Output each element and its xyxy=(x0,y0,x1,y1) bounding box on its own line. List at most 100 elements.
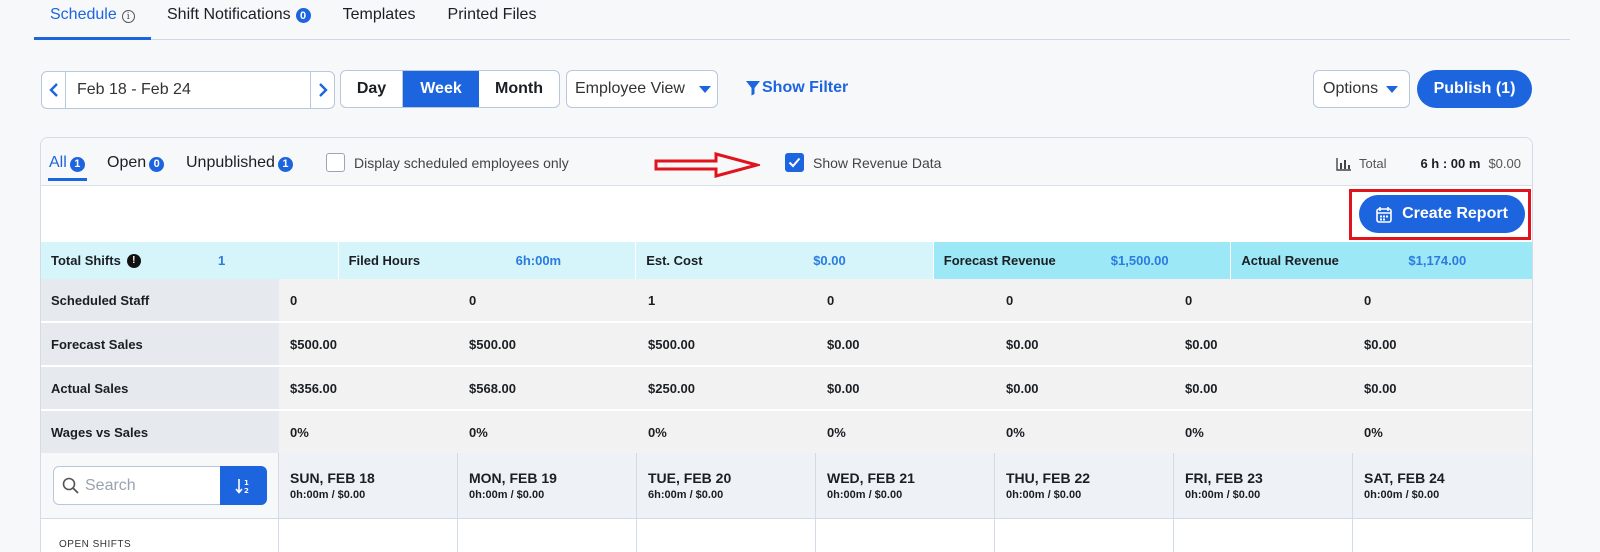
tab-printed-files-label: Printed Files xyxy=(447,6,537,23)
info-icon[interactable]: i xyxy=(121,10,135,23)
filter-tab-all[interactable]: All 1 xyxy=(49,154,85,172)
options-dropdown[interactable]: Options xyxy=(1313,70,1410,108)
total-label: Total xyxy=(1359,156,1387,171)
table-cell: 1 xyxy=(648,292,656,308)
est-cost-value: $0.00 xyxy=(813,253,846,268)
day-totals: 0h:00m / $0.00 xyxy=(1006,489,1082,501)
day-view-button[interactable]: Day xyxy=(341,71,403,107)
day-header-fri: FRI, FEB 23 0h:00m / $0.00 xyxy=(1174,453,1353,518)
checkmark-icon xyxy=(788,157,801,168)
total-hours: 6 h : 00 m xyxy=(1420,156,1481,171)
publish-button[interactable]: Publish (1) xyxy=(1417,70,1532,108)
tab-schedule-label: Schedule xyxy=(50,6,117,23)
tab-shift-notifications[interactable]: Shift Notifications 0 xyxy=(151,0,327,40)
summary-strip: Total Shifts! 1 Filed Hours 6h:00m Est. … xyxy=(41,242,1532,279)
actual-revenue-cell: Actual Revenue $1,174.00 xyxy=(1231,242,1532,279)
actual-revenue-label: Actual Revenue xyxy=(1241,253,1339,268)
next-week-button[interactable] xyxy=(310,72,334,108)
search-field[interactable] xyxy=(53,466,221,505)
shift-slot[interactable] xyxy=(816,519,995,552)
table-row: Scheduled Staff 0 0 1 0 0 0 0 xyxy=(41,279,1532,323)
row-header: Wages vs Sales xyxy=(41,411,279,453)
day-totals: 0h:00m / $0.00 xyxy=(1364,489,1440,501)
employee-view-dropdown[interactable]: Employee View xyxy=(566,70,718,108)
table-cell: 0 xyxy=(827,292,835,308)
total-shifts-cell: Total Shifts! 1 xyxy=(41,242,339,279)
table-cell: $0.00 xyxy=(1006,380,1039,396)
table-cell: $0.00 xyxy=(827,380,860,396)
filter-tab-open[interactable]: Open 0 xyxy=(107,154,165,172)
month-view-button[interactable]: Month xyxy=(479,71,559,107)
table-cell: 0% xyxy=(1006,424,1025,440)
actual-revenue-value: $1,174.00 xyxy=(1408,253,1467,268)
total-shifts-value: 1 xyxy=(218,253,226,268)
row-header: Forecast Sales xyxy=(41,323,279,365)
table-cell: 0% xyxy=(1364,424,1383,440)
table-row: Wages vs Sales 0% 0% 0% 0% 0% 0% 0% xyxy=(41,411,1532,455)
search-icon xyxy=(62,477,79,494)
day-name: SUN, FEB 18 xyxy=(290,470,375,486)
scheduled-only-toggle[interactable]: Display scheduled employees only xyxy=(326,153,569,172)
table-cell: 0% xyxy=(290,424,309,440)
search-input[interactable] xyxy=(85,476,215,495)
show-filter-label: Show Filter xyxy=(762,79,849,96)
shift-slot[interactable] xyxy=(637,519,816,552)
table-cell: $0.00 xyxy=(1185,380,1218,396)
open-shifts-label: OPEN SHIFTS xyxy=(59,539,132,550)
day-header-mon: MON, FEB 19 0h:00m / $0.00 xyxy=(458,453,637,518)
create-report-button[interactable]: Create Report xyxy=(1359,195,1525,233)
scheduled-only-checkbox[interactable] xyxy=(326,153,345,172)
table-cell: $500.00 xyxy=(648,336,695,352)
shift-slot[interactable] xyxy=(1174,519,1353,552)
shift-slot[interactable] xyxy=(1353,519,1532,552)
tab-schedule[interactable]: Schedule i xyxy=(34,0,151,40)
chevron-right-icon xyxy=(318,83,328,97)
day-name: TUE, FEB 20 xyxy=(648,470,732,486)
table-cell: 0 xyxy=(469,292,477,308)
day-totals: 0h:00m / $0.00 xyxy=(827,489,903,501)
table-cell: 0 xyxy=(1006,292,1014,308)
filter-tab-unpublished[interactable]: Unpublished 1 xyxy=(186,154,293,172)
filter-bar: All 1 Open 0 Unpublished 1 Display sched… xyxy=(41,138,1532,186)
open-count-badge: 0 xyxy=(149,156,165,172)
tab-printed-files[interactable]: Printed Files xyxy=(432,0,553,40)
day-header-row: 12 SUN, FEB 18 0h:00m / $0.00 MON, FEB 1… xyxy=(41,453,1532,519)
table-cell: 0 xyxy=(290,292,298,308)
search-cell: 12 xyxy=(41,453,279,518)
day-totals: 0h:00m / $0.00 xyxy=(290,489,366,501)
shift-slot[interactable] xyxy=(458,519,637,552)
calendar-icon xyxy=(1376,206,1392,223)
svg-text:1: 1 xyxy=(244,479,249,487)
table-row: Actual Sales $356.00 $568.00 $250.00 $0.… xyxy=(41,367,1532,411)
filed-hours-label: Filed Hours xyxy=(348,253,421,268)
filed-hours-value: 6h:00m xyxy=(515,253,562,268)
previous-week-button[interactable] xyxy=(42,72,66,108)
metrics-table: Scheduled Staff 0 0 1 0 0 0 0 Forecast S… xyxy=(41,279,1532,455)
open-shifts-header: OPEN SHIFTS xyxy=(41,519,279,552)
table-cell: 0% xyxy=(1185,424,1204,440)
row-header: Actual Sales xyxy=(41,367,279,409)
tab-templates-label: Templates xyxy=(342,6,416,23)
shift-slot[interactable] xyxy=(995,519,1174,552)
table-cell: 0% xyxy=(648,424,667,440)
show-filter-button[interactable]: Show Filter xyxy=(745,79,848,97)
tab-templates[interactable]: Templates xyxy=(327,0,432,40)
table-cell: $356.00 xyxy=(290,380,337,396)
week-view-button[interactable]: Week xyxy=(403,71,479,107)
total-shifts-label: Total Shifts xyxy=(51,253,121,268)
day-totals: 0h:00m / $0.00 xyxy=(469,489,545,501)
show-revenue-toggle[interactable]: Show Revenue Data xyxy=(785,153,941,172)
filed-hours-cell: Filed Hours 6h:00m xyxy=(338,242,637,279)
date-range-field[interactable]: Feb 18 - Feb 24 xyxy=(66,72,310,108)
tab-shift-notifications-label: Shift Notifications xyxy=(167,6,291,23)
alert-icon[interactable]: ! xyxy=(126,253,141,268)
table-cell: $0.00 xyxy=(1006,336,1039,352)
sort-button[interactable]: 12 xyxy=(220,466,267,505)
day-name: WED, FEB 21 xyxy=(827,470,915,486)
table-cell: $250.00 xyxy=(648,380,695,396)
show-revenue-checkbox[interactable] xyxy=(785,153,804,172)
show-revenue-label: Show Revenue Data xyxy=(813,154,942,171)
shift-slot[interactable] xyxy=(279,519,458,552)
day-header-wed: WED, FEB 21 0h:00m / $0.00 xyxy=(816,453,995,518)
notifications-count-badge: 0 xyxy=(295,8,311,23)
